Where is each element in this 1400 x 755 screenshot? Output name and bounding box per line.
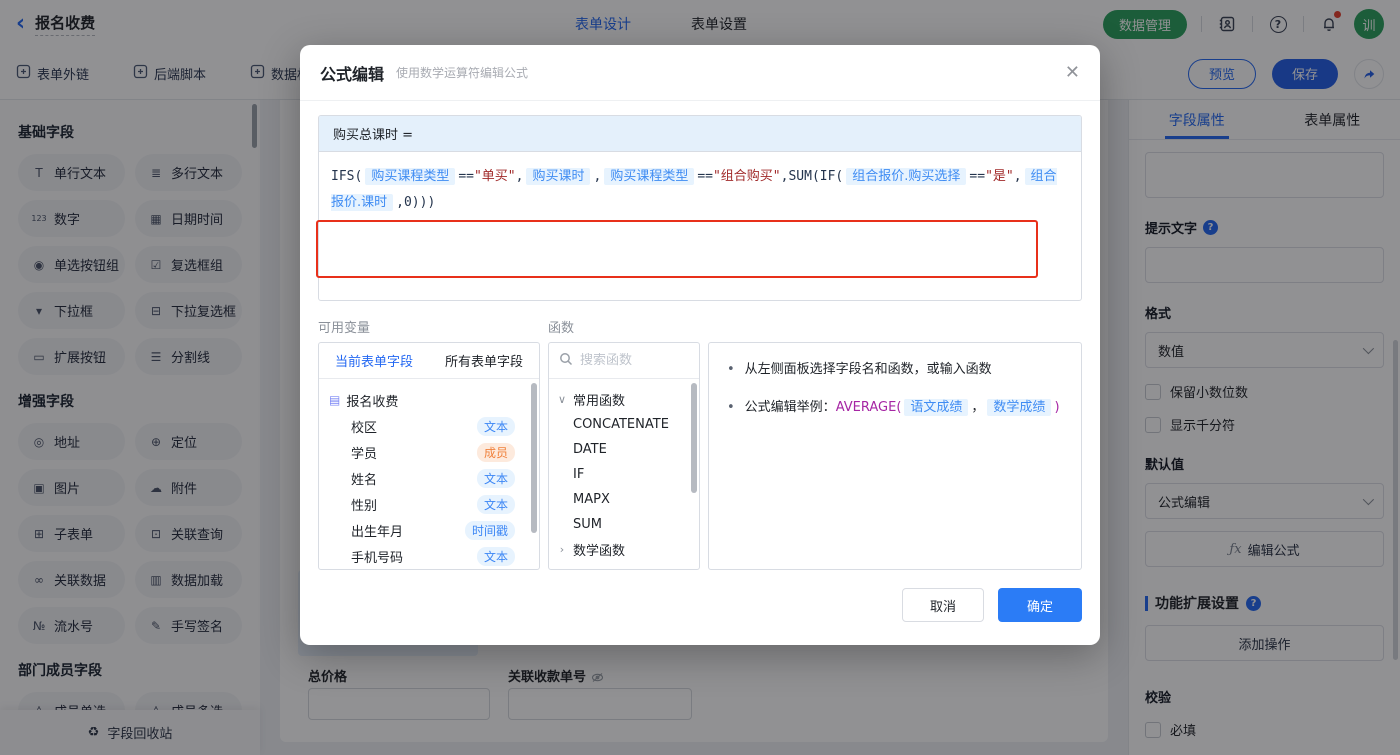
formula-help-panel: • 从左侧面板选择字段名和函数，或输入函数 • 公式编辑举例：AVERAGE(语文成… [708, 342, 1082, 570]
tab-all-form-fields[interactable]: 所有表单字段 [429, 343, 539, 378]
function-item-IF[interactable]: IF [557, 462, 691, 487]
caret-down-icon: ∨ [557, 393, 567, 406]
modal-subtitle: 使用数学运算符编辑公式 [396, 66, 529, 80]
formula-field-chip[interactable]: 购买课程类型 [604, 168, 695, 185]
function-item-CONCATENATE[interactable]: CONCATENATE [557, 412, 691, 437]
variable-name: 性别 [351, 498, 378, 514]
formula-token: == [458, 169, 474, 184]
search-functions-input[interactable] [580, 353, 680, 368]
caret-right-icon: › [557, 568, 567, 569]
form-doc-icon: ▤ [329, 393, 341, 407]
variable-row-出生年月[interactable]: 出生年月 时间戳 [329, 517, 529, 543]
variable-name: 手机号码 [351, 550, 404, 566]
example-token: AVERAGE( [835, 400, 902, 415]
variable-name: 学员 [351, 446, 378, 462]
function-group-文本函数[interactable]: › 文本函数 [557, 562, 691, 569]
variable-type-badge: 成员 [476, 442, 515, 462]
variable-row-校区[interactable]: 校区 文本 [329, 413, 529, 439]
variables-panel: 当前表单字段 所有表单字段 ▤ 报名收费 校区 文本 学员 成员 姓名 文本 性别 文本 出生年… [318, 342, 540, 570]
function-group-数学函数[interactable]: › 数学函数 [557, 537, 691, 562]
formula-token: "是" [985, 169, 1014, 184]
function-group-label: 常用函数 [573, 394, 626, 409]
formula-editor[interactable]: 购买总课时 = IFS(购买课程类型 =="单买", 购买课时, 购买课程类型 =="组… [318, 115, 1082, 301]
function-group-label: 数学函数 [573, 544, 626, 559]
formula-text[interactable]: IFS(购买课程类型 =="单买", 购买课时, 购买课程类型 =="组合购买",SUM… [319, 152, 1081, 228]
variable-name: 出生年月 [351, 524, 404, 540]
variable-type-badge: 文本 [476, 416, 515, 436]
caret-right-icon: › [559, 543, 565, 556]
formula-token: , [593, 169, 602, 184]
example-field-chip: 数学成绩 [987, 399, 1052, 416]
function-item-SUM[interactable]: SUM [557, 512, 691, 537]
variable-type-badge: 文本 [476, 468, 515, 488]
formula-token: ,SUM(IF( [780, 169, 844, 184]
formula-token: , [1013, 169, 1022, 184]
formula-token: IFS( [331, 169, 363, 184]
formula-token: ,0))) [396, 195, 436, 210]
tab-current-form-fields[interactable]: 当前表单字段 [319, 343, 429, 378]
variable-name: 姓名 [351, 472, 378, 488]
variable-row-手机号码[interactable]: 手机号码 文本 [329, 543, 529, 569]
formula-token: == [969, 169, 986, 184]
variable-row-姓名[interactable]: 姓名 文本 [329, 465, 529, 491]
variable-row-性别[interactable]: 性别 文本 [329, 491, 529, 517]
function-group-label: 文本函数 [573, 565, 625, 569]
search-icon [559, 352, 573, 370]
close-icon[interactable]: ✕ [1065, 62, 1080, 83]
variable-row-学员[interactable]: 学员 成员 [329, 439, 529, 465]
formula-editor-modal: 公式编辑 使用数学运算符编辑公式 ✕ 购买总课时 = IFS(购买课程类型 =="… [300, 45, 1100, 645]
function-item-DATE[interactable]: DATE [557, 437, 691, 462]
variable-type-badge: 时间戳 [464, 520, 515, 540]
functions-label: 函数 [548, 321, 575, 336]
formula-token: "组合购买" [712, 169, 781, 184]
example-field-chip: 语文成绩 [904, 399, 969, 416]
function-item-MAPX[interactable]: MAPX [557, 487, 691, 512]
function-group-常用函数[interactable]: ∨ 常用函数 [557, 387, 691, 412]
formula-token: , [515, 169, 524, 184]
formula-field-chip[interactable]: 购买课程类型 [365, 168, 456, 185]
tip-line2: 公式编辑举例：AVERAGE(语文成绩，数学成绩) [744, 399, 1060, 416]
variables-label: 可用变量 [318, 321, 371, 336]
variable-name: 校区 [351, 420, 378, 436]
tip-line1: 从左侧面板选择字段名和函数，或输入函数 [744, 362, 992, 377]
functions-scrollbar[interactable] [691, 383, 697, 493]
formula-result-label: 购买总课时 = [319, 116, 1081, 152]
variable-type-badge: 文本 [476, 494, 515, 514]
functions-panel: ∨ 常用函数 CONCATENATEDATEIFMAPXSUM › 数学函数 › 文本函数 [548, 342, 700, 570]
formula-token: "单买" [473, 169, 516, 184]
formula-field-chip[interactable]: 购买课时 [526, 168, 591, 185]
formula-field-chip[interactable]: 组合报价.购买选择 [846, 168, 967, 185]
modal-title: 公式编辑 [320, 64, 385, 84]
variables-scrollbar[interactable] [531, 383, 537, 533]
example-token: ， [971, 400, 985, 415]
confirm-button[interactable]: 确定 [998, 588, 1082, 622]
formula-token: == [697, 169, 713, 184]
example-token: ) [1054, 400, 1060, 415]
cancel-button[interactable]: 取消 [902, 588, 984, 622]
variable-type-badge: 文本 [476, 546, 515, 566]
variables-root[interactable]: ▤ 报名收费 [329, 387, 529, 413]
